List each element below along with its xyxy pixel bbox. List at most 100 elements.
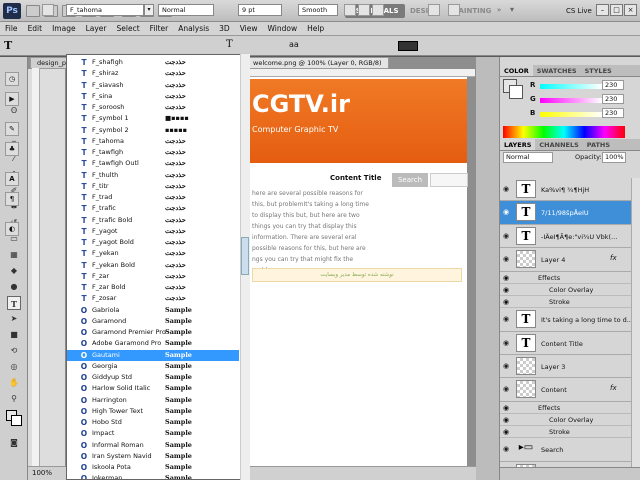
maximize-button[interactable]: □ — [610, 4, 623, 16]
font-menu-item[interactable]: T F_yekan حذدجت — [67, 248, 239, 259]
font-menu-item[interactable]: T F_zosar حذدجت — [67, 293, 239, 304]
character-panel-icon[interactable] — [448, 4, 460, 16]
layer-row[interactable]: ◉ Layer 4 fx — [500, 248, 631, 272]
layer-effects-row[interactable]: ◉ Effects — [500, 401, 631, 414]
visibility-eye-icon[interactable]: ◉ — [503, 274, 509, 282]
font-menu-item[interactable]: T F_sina حذدجت — [67, 91, 239, 102]
blue-slider[interactable] — [540, 112, 602, 117]
layer-effect-item[interactable]: ◉ Stroke — [500, 296, 631, 308]
cs-live-button[interactable]: CS Live — [566, 4, 592, 18]
text-color-swatch[interactable] — [398, 41, 418, 51]
menu-3d[interactable]: 3D — [214, 22, 235, 35]
layer-effects-row[interactable]: ◉ Effects — [500, 271, 631, 284]
blend-mode-select[interactable]: Normal — [503, 152, 553, 163]
warp-text-icon[interactable] — [428, 4, 440, 16]
font-menu-item[interactable]: O Jokerman Sample — [67, 473, 239, 479]
menu-analysis[interactable]: Analysis — [173, 22, 214, 35]
gradient-tool-icon[interactable]: ▦ — [7, 248, 21, 262]
layer-effect-item[interactable]: ◉ Color Overlay — [500, 414, 631, 426]
font-size-field[interactable]: 9 pt — [238, 4, 282, 16]
text-orientation-icon[interactable] — [42, 4, 54, 16]
color-spectrum[interactable] — [503, 126, 625, 138]
font-menu-item[interactable]: T F_zar حذدجت — [67, 271, 239, 282]
tab-paths[interactable]: PATHS — [583, 139, 614, 150]
align-right-icon[interactable] — [372, 4, 384, 16]
visibility-eye-icon[interactable]: ◉ — [503, 362, 509, 370]
font-menu-item[interactable]: T F_yagot Bold حذدجت — [67, 237, 239, 248]
blue-value[interactable]: 230 — [602, 108, 624, 118]
font-menu-item[interactable]: T F_yekan Bold حذدجت — [67, 260, 239, 271]
actions-panel-icon[interactable]: ▶ — [5, 92, 19, 106]
font-menu-item[interactable]: O Informal Roman Sample — [67, 440, 239, 451]
font-style-field[interactable]: Normal — [158, 4, 214, 16]
font-menu-item[interactable]: T F_tahoma حذدجت — [67, 136, 239, 147]
layer-effect-item[interactable]: ◉ Stroke — [500, 426, 631, 439]
font-menu-item[interactable]: T F_trafic Bold حذدجت — [67, 215, 239, 226]
visibility-eye-icon[interactable]: ◉ — [503, 339, 509, 347]
layer-row[interactable]: ◉ T -IÄeI¶Ã¶e:"vi¾U Vbk(... — [500, 224, 631, 249]
red-value[interactable]: 230 — [602, 80, 624, 90]
character-panel-icon[interactable]: A — [5, 172, 19, 186]
layer-name[interactable]: Ka%vi¶ ¾¶HjH — [541, 186, 589, 194]
font-menu-item[interactable]: T F_symbol 1 ■▪▪▪▪ — [67, 113, 239, 124]
zoom-tool-icon[interactable]: ⚲ — [7, 392, 21, 406]
font-menu-item[interactable]: T F_thulth حذدجت — [67, 170, 239, 181]
visibility-eye-icon[interactable]: ◉ — [503, 315, 509, 323]
visibility-eye-icon[interactable]: ◉ — [503, 385, 509, 393]
font-menu-item[interactable]: T F_yagot حذدجت — [67, 226, 239, 237]
font-menu-item[interactable]: T F_shafigh حذدجت — [67, 57, 239, 68]
visibility-eye-icon[interactable]: ◉ — [503, 428, 509, 436]
visibility-eye-icon[interactable]: ◉ — [503, 286, 509, 294]
font-menu-item[interactable]: O Gautami Sample — [67, 349, 239, 361]
font-menu-item[interactable]: T F_trad حذدجت — [67, 192, 239, 203]
font-menu-item[interactable]: O Iskoola Pota Sample — [67, 462, 239, 473]
3d-orbit-tool-icon[interactable]: ◎ — [7, 360, 21, 374]
color-bg-swatch[interactable] — [509, 85, 523, 99]
font-menu-item[interactable]: O High Tower Text Sample — [67, 406, 239, 417]
font-menu-item[interactable]: T F_zar Bold حذدجت — [67, 282, 239, 293]
type-tool-icon[interactable]: T — [7, 296, 21, 310]
brush-panel-icon[interactable]: ✎ — [5, 122, 19, 136]
font-menu-item[interactable]: O Harlow Solid Italic Sample — [67, 383, 239, 394]
font-menu-item[interactable]: O Garamond Premier Pro Sample — [67, 327, 239, 338]
tab-swatches[interactable]: SWATCHES — [533, 65, 581, 76]
font-menu-item[interactable]: T F_shiraz حذدجت — [67, 68, 239, 79]
font-menu-item[interactable]: T F_siavash حذدجت — [67, 80, 239, 91]
visibility-eye-icon[interactable]: ◉ — [503, 298, 509, 306]
visibility-eye-icon[interactable]: ◉ — [503, 208, 509, 216]
font-menu-item[interactable]: T F_trafic حذدجت — [67, 203, 239, 214]
tab-color[interactable]: COLOR — [500, 65, 533, 76]
layer-row[interactable]: ◉ Layer 3 — [500, 355, 631, 379]
font-menu-item[interactable]: O Gabriola Sample — [67, 305, 239, 316]
anti-alias-field[interactable]: Smooth — [298, 4, 338, 16]
align-center-icon[interactable] — [358, 4, 370, 16]
font-menu-item[interactable]: T F_symbol 2 ▪▪▪▪▪ — [67, 125, 239, 136]
visibility-eye-icon[interactable]: ◉ — [503, 445, 509, 453]
layer-name[interactable]: It's taking a long time to d... — [541, 316, 633, 324]
font-menu-item[interactable]: T F_soroosh حذدجت — [67, 102, 239, 113]
quick-mask-icon[interactable]: ◙ — [7, 436, 21, 450]
layer-effect-item[interactable]: ◉ Color Overlay — [500, 283, 631, 296]
workspace-more-icon[interactable]: » — [497, 6, 501, 14]
fx-icon[interactable]: fx — [610, 384, 617, 392]
minimize-button[interactable]: – — [596, 4, 609, 16]
menu-image[interactable]: Image — [47, 22, 81, 35]
font-menu-item[interactable]: T F_tawfigh حذدجت — [67, 147, 239, 158]
layer-row[interactable]: ◉ Content fx — [500, 378, 631, 402]
font-menu-item[interactable]: O Garamond Sample — [67, 316, 239, 327]
visibility-eye-icon[interactable]: ◉ — [503, 185, 509, 193]
visibility-eye-icon[interactable]: ◉ — [503, 416, 509, 424]
close-button[interactable]: × — [624, 4, 637, 16]
bridge-icon[interactable] — [26, 5, 40, 17]
font-menu-item[interactable]: O Iran System Navid Sample — [67, 451, 239, 462]
menu-filter[interactable]: Filter — [145, 22, 174, 35]
layer-name[interactable]: Content — [541, 386, 567, 394]
layer-row[interactable]: ◉ T Content Title — [500, 331, 631, 355]
lasso-tool-icon[interactable]: ʘ — [7, 104, 21, 118]
font-menu-item[interactable]: O Georgia Sample — [67, 361, 239, 372]
dodge-tool-icon[interactable]: ● — [7, 280, 21, 294]
clone-source-icon[interactable]: ♣ — [5, 142, 19, 156]
opacity-field[interactable]: 100% — [602, 152, 626, 163]
history-panel-icon[interactable]: ◷ — [5, 72, 19, 86]
menu-help[interactable]: Help — [302, 22, 329, 35]
